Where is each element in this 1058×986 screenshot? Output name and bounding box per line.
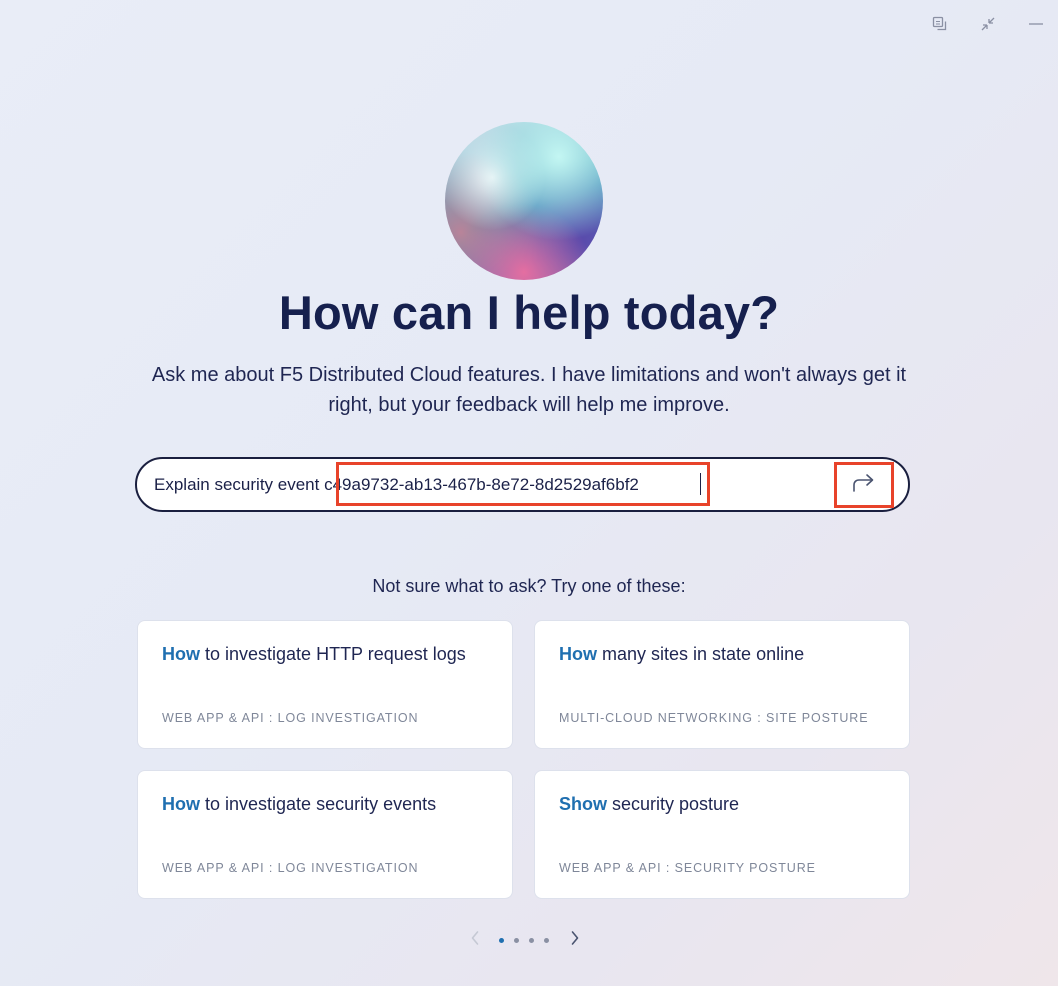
suggestion-text: many sites in state online (597, 644, 805, 664)
suggestion-text: to investigate security events (200, 794, 437, 814)
suggestion-card[interactable]: How to investigate HTTP request logs WEB… (137, 620, 513, 749)
copy-window-icon[interactable] (930, 14, 950, 34)
minus-icon[interactable] (1026, 14, 1046, 34)
share-arrow-icon (852, 473, 876, 498)
suggestion-text: to investigate HTTP request logs (200, 644, 466, 664)
suggestion-category: WEB APP & API : LOG INVESTIGATION (162, 711, 419, 725)
minimize-arrows-icon[interactable] (978, 14, 998, 34)
suggestion-card[interactable]: How to investigate security events WEB A… (137, 770, 513, 899)
suggestion-category: WEB APP & API : LOG INVESTIGATION (162, 861, 419, 875)
pager-prev-button[interactable] (467, 928, 483, 952)
pager-dot[interactable] (514, 937, 519, 943)
chevron-right-icon (570, 930, 580, 951)
text-caret (700, 473, 701, 495)
suggestion-text: security posture (607, 794, 740, 814)
chevron-left-icon (470, 930, 480, 951)
suggestion-card[interactable]: Show security posture WEB APP & API : SE… (534, 770, 910, 899)
suggestion-title: Show security posture (559, 794, 739, 815)
window-controls (930, 14, 1046, 34)
prompt-input[interactable]: Explain security event c49a9732-ab13-467… (135, 457, 910, 512)
pager-dot[interactable] (529, 937, 534, 943)
page-title: How can I help today? (278, 286, 780, 339)
suggestion-title: How many sites in state online (559, 644, 804, 665)
pager-dot[interactable] (544, 937, 549, 943)
pager-next-button[interactable] (567, 928, 583, 952)
prompt-event-id: c49a9732-ab13-467b-8e72-8d2529af6bf2 (324, 475, 639, 494)
page-subtitle: Ask me about F5 Distributed Cloud featur… (151, 364, 907, 416)
suggestion-keyword: How (559, 644, 597, 664)
suggestions-heading: Not sure what to ask? Try one of these: (372, 576, 686, 596)
prompt-input-text: Explain security event c49a9732-ab13-467… (154, 475, 639, 495)
prompt-prefix: Explain security event (154, 475, 325, 494)
pager-dot[interactable] (499, 937, 504, 943)
pager-dots (499, 937, 549, 943)
suggestion-title: How to investigate security events (162, 794, 436, 815)
suggestion-card[interactable]: How many sites in state online MULTI-CLO… (534, 620, 910, 749)
send-button[interactable] (834, 462, 894, 508)
suggestion-category: MULTI-CLOUD NETWORKING : SITE POSTURE (559, 711, 869, 725)
suggestion-keyword: How (162, 644, 200, 664)
suggestion-title: How to investigate HTTP request logs (162, 644, 466, 665)
suggestion-keyword: How (162, 794, 200, 814)
suggestion-category: WEB APP & API : SECURITY POSTURE (559, 861, 816, 875)
assistant-orb-avatar (445, 122, 603, 280)
suggestion-keyword: Show (559, 794, 607, 814)
suggestions-pager (467, 928, 587, 952)
